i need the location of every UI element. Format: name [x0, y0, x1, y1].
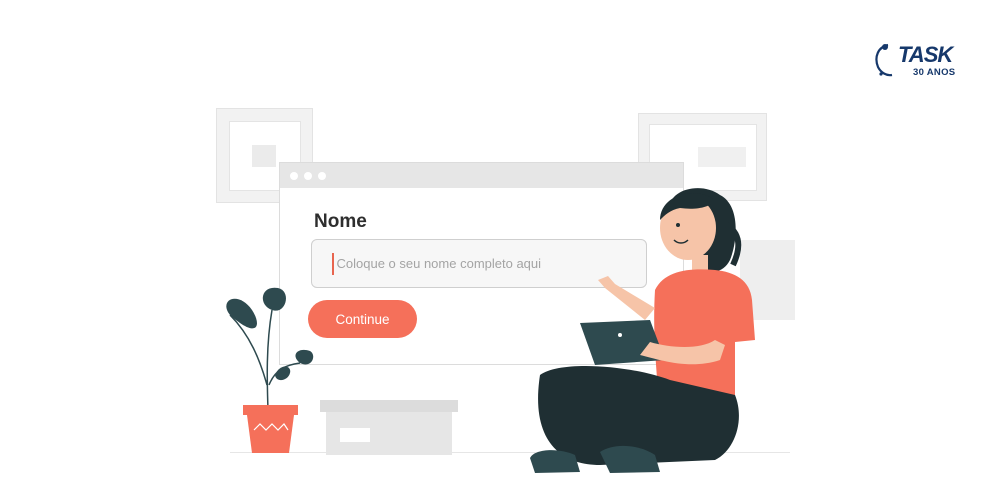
window-dot-icon [290, 171, 298, 180]
name-input-placeholder: Coloque o seu nome completo aqui [336, 256, 542, 271]
logo-name: TASK [898, 42, 953, 67]
continue-button[interactable]: Continue [308, 300, 417, 338]
window-dot-icon [304, 171, 312, 180]
task-logo: TASK 30 ANOS [868, 40, 968, 82]
logo-tagline: 30 ANOS [913, 67, 956, 78]
plant-illustration [226, 287, 314, 453]
window-dot-icon [318, 171, 326, 180]
name-field-label: Nome [314, 211, 367, 232]
woman-with-tablet-illustration [530, 188, 755, 473]
page: Nome Coloque o seu nome completo aqui Co… [0, 0, 1000, 500]
text-caret [332, 252, 334, 275]
storage-box-illustration [320, 400, 458, 455]
